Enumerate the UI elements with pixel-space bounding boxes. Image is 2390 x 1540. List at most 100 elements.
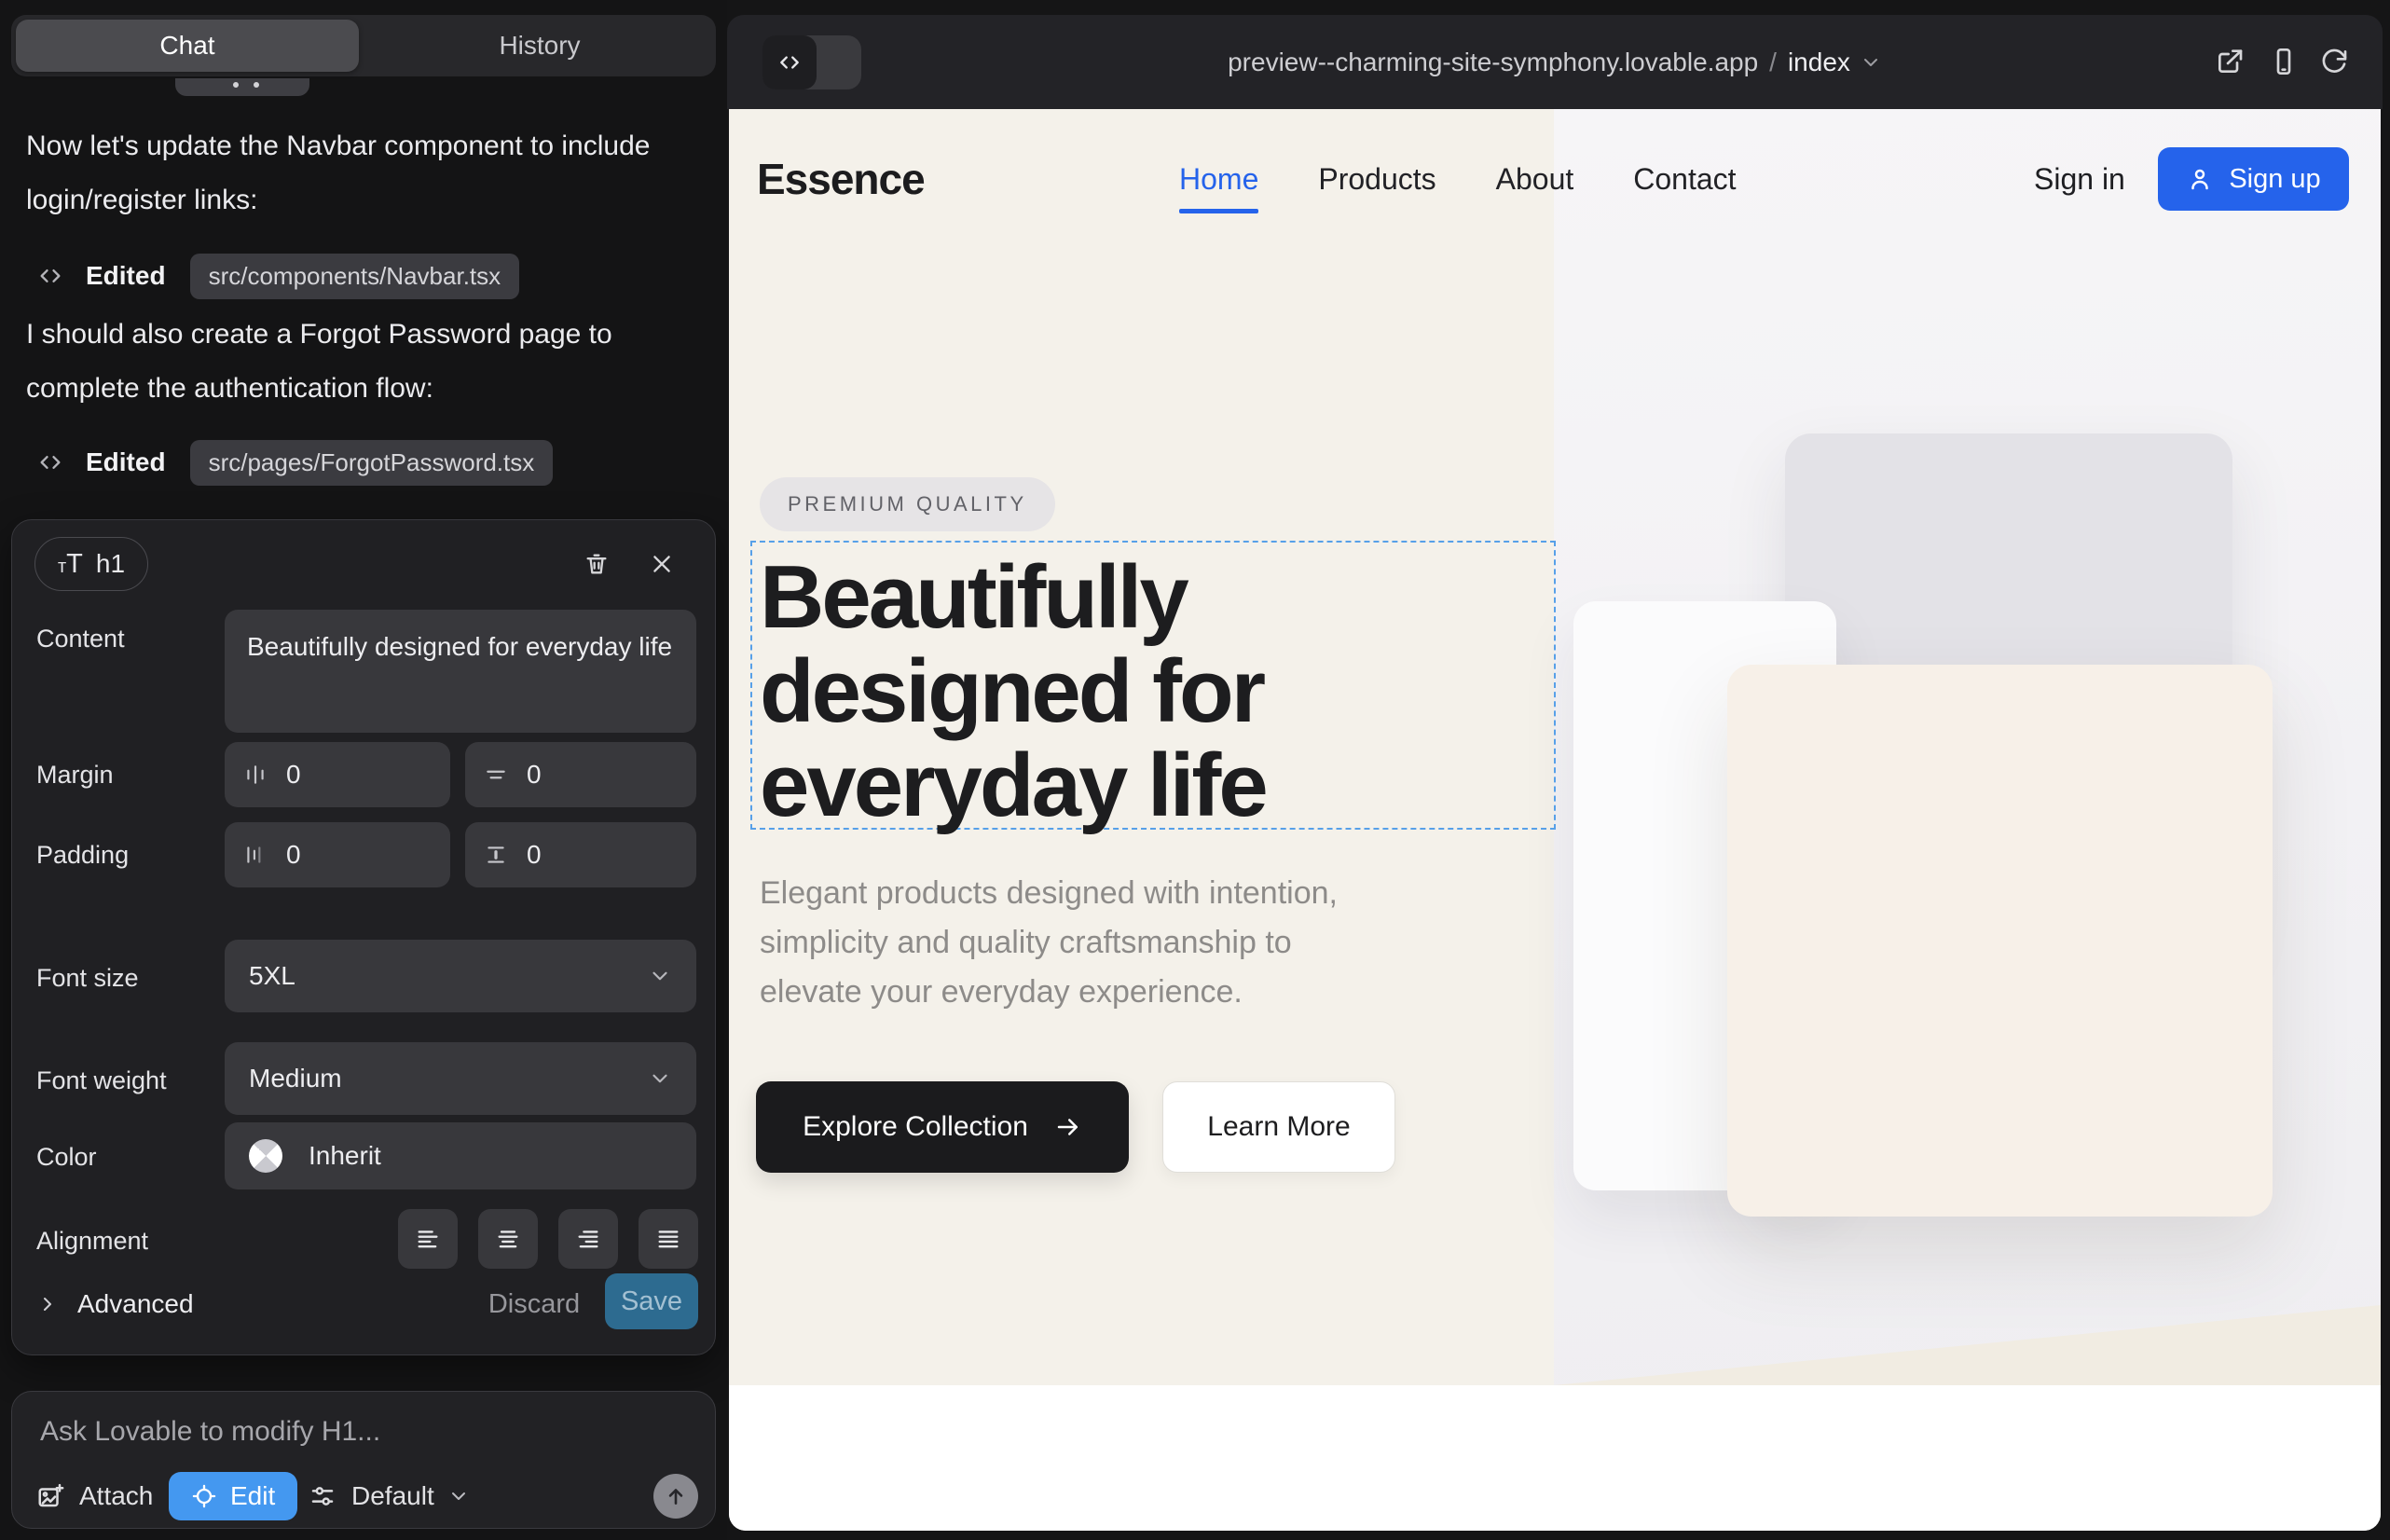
close-editor-button[interactable] [642, 544, 681, 584]
image-plus-icon [36, 1482, 64, 1510]
font-size-select[interactable]: 5XL [225, 940, 696, 1012]
arrow-up-icon [664, 1484, 688, 1508]
edited-label: Edited [86, 261, 166, 291]
typography-icon: тT [58, 549, 83, 580]
margin-y-input[interactable]: 0 [465, 742, 696, 807]
page-selector[interactable]: index [1788, 48, 1850, 77]
tab-chat[interactable]: Chat [16, 20, 359, 72]
font-size-value: 5XL [249, 961, 295, 991]
composer-toolbar: Attach Edit Default [12, 1472, 715, 1520]
section-below-hero [729, 1385, 2381, 1531]
align-justify-button[interactable] [639, 1209, 698, 1269]
padding-y-input[interactable]: 0 [465, 822, 696, 887]
hero-heading-line: everyday life [760, 738, 1543, 832]
site-logo[interactable]: Essence [757, 109, 925, 249]
chevron-down-icon [648, 1066, 672, 1091]
refresh-button[interactable] [2319, 47, 2349, 76]
font-weight-select[interactable]: Medium [225, 1042, 696, 1115]
nav-link-about[interactable]: About [1496, 162, 1574, 197]
chevron-right-icon [36, 1293, 59, 1315]
align-right-icon [575, 1226, 601, 1252]
color-swatch-transparent [249, 1139, 282, 1173]
delete-element-button[interactable] [577, 544, 616, 584]
target-icon [191, 1483, 217, 1509]
premium-quality-badge: PREMIUM QUALITY [760, 477, 1055, 531]
hero-heading[interactable]: Beautifully designed for everyday life [760, 550, 1543, 832]
learn-more-button[interactable]: Learn More [1162, 1081, 1395, 1173]
refresh-icon [2319, 47, 2349, 76]
margin-label: Margin [36, 761, 114, 790]
preview-window: preview--charming-site-symphony.lovable.… [727, 15, 2383, 1531]
mode-selector[interactable]: Default [309, 1472, 470, 1520]
hero-paragraph-line: elevate your everyday experience. [760, 968, 1524, 1017]
color-label: Color [36, 1143, 97, 1172]
file-badge[interactable]: src/pages/ForgotPassword.tsx [190, 440, 554, 486]
sign-up-label: Sign up [2229, 164, 2320, 195]
hero-heading-line: Beautifully [760, 550, 1543, 644]
sliders-icon [309, 1482, 337, 1510]
composer-input[interactable]: Ask Lovable to modify H1... [40, 1416, 380, 1448]
discard-button[interactable]: Discard [478, 1281, 590, 1327]
padding-label: Padding [36, 841, 129, 870]
element-editor-panel: тT h1 Content Beautifully designed for e… [11, 519, 716, 1355]
attach-button[interactable]: Attach [36, 1472, 153, 1520]
margin-x-value: 0 [286, 760, 301, 790]
open-in-new-tab-button[interactable] [2215, 47, 2245, 76]
save-button[interactable]: Save [605, 1273, 698, 1329]
typing-dot [254, 82, 259, 88]
external-link-icon [2215, 47, 2245, 76]
edit-label: Edit [230, 1481, 275, 1511]
font-weight-value: Medium [249, 1064, 342, 1093]
sign-in-link[interactable]: Sign in [2034, 109, 2125, 249]
preview-toolbar: preview--charming-site-symphony.lovable.… [727, 15, 2383, 109]
nav-link-contact[interactable]: Contact [1633, 162, 1736, 197]
sign-up-button[interactable]: Sign up [2158, 147, 2349, 211]
align-left-button[interactable] [398, 1209, 458, 1269]
chat-history-tabs: Chat History [11, 15, 716, 76]
chevron-down-icon [648, 964, 672, 988]
explore-collection-label: Explore Collection [803, 1111, 1028, 1143]
hero-paragraph-line: Elegant products designed with intention… [760, 869, 1524, 918]
nav-link-home[interactable]: Home [1179, 162, 1258, 197]
margin-vertical-icon [484, 763, 508, 787]
content-input[interactable]: Beautifully designed for everyday life [225, 610, 696, 733]
padding-vertical-icon [484, 843, 508, 867]
mode-label: Default [351, 1481, 434, 1511]
nav-link-products[interactable]: Products [1318, 162, 1435, 197]
align-center-icon [495, 1226, 521, 1252]
advanced-toggle[interactable]: Advanced [36, 1281, 194, 1327]
edited-label: Edited [86, 447, 166, 477]
decor-card-beige [1727, 665, 2273, 1217]
margin-x-input[interactable]: 0 [225, 742, 450, 807]
code-icon [37, 449, 63, 475]
file-badge[interactable]: src/components/Navbar.tsx [190, 254, 520, 299]
selected-element-pill[interactable]: тT h1 [34, 537, 148, 591]
typing-dot [233, 82, 239, 88]
mobile-view-button[interactable] [2269, 47, 2299, 76]
chevron-down-icon [1860, 51, 1882, 74]
close-icon [650, 552, 674, 576]
font-weight-label: Font weight [36, 1066, 167, 1095]
padding-x-input[interactable]: 0 [225, 822, 450, 887]
margin-horizontal-icon [243, 763, 268, 787]
lovable-chat-panel: Chat History Now let's update the Navbar… [0, 0, 727, 1540]
alignment-label: Alignment [36, 1227, 148, 1256]
code-icon [37, 263, 63, 289]
site-navbar: Essence Home Products About Contact Sign… [729, 109, 2381, 249]
typing-indicator [175, 78, 309, 96]
color-value: Inherit [309, 1141, 381, 1171]
align-right-button[interactable] [558, 1209, 618, 1269]
color-picker-field[interactable]: Inherit [225, 1122, 696, 1189]
align-left-icon [415, 1226, 441, 1252]
edit-mode-button[interactable]: Edit [169, 1472, 297, 1520]
send-button[interactable] [653, 1474, 698, 1519]
preview-url: preview--charming-site-symphony.lovable.… [1228, 48, 1758, 77]
trash-icon [584, 551, 610, 577]
assistant-message: Now let's update the Navbar component to… [26, 119, 694, 227]
address-bar[interactable]: preview--charming-site-symphony.lovable.… [727, 15, 2383, 109]
align-center-button[interactable] [478, 1209, 538, 1269]
tab-history[interactable]: History [364, 15, 716, 76]
padding-x-value: 0 [286, 840, 301, 870]
advanced-label: Advanced [77, 1289, 194, 1319]
explore-collection-button[interactable]: Explore Collection [756, 1081, 1129, 1173]
